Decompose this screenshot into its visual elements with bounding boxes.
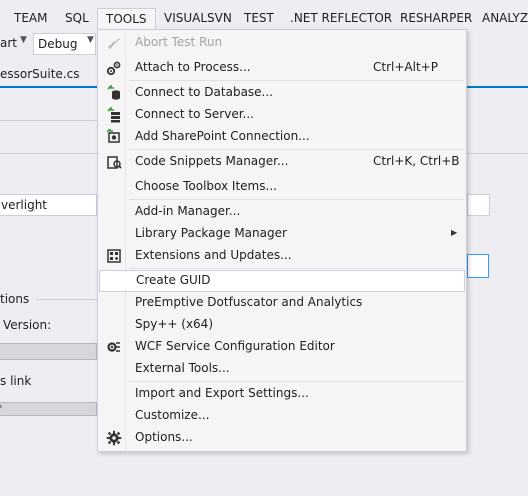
menu-separator <box>129 199 464 200</box>
menu-resharper[interactable]: RESHARPER <box>400 8 472 30</box>
menu-item-import-export-settings[interactable]: Import and Export Settings... <box>99 383 465 405</box>
connect-database-icon <box>106 84 122 101</box>
menu-item-customize[interactable]: Customize... <box>99 405 465 427</box>
menu-item-extensions-and-updates[interactable]: Extensions and Updates... <box>99 245 465 267</box>
menu-item-label: External Tools... <box>135 361 230 375</box>
menu-item-label: PreEmptive Dotfuscator and Analytics <box>135 295 363 309</box>
platform-field[interactable]: verlight <box>0 194 97 216</box>
menu-item-shortcut: Ctrl+K, Ctrl+B <box>373 154 460 168</box>
connect-server-icon <box>106 106 122 123</box>
menu-item-add-in-manager[interactable]: Add-in Manager... <box>99 201 465 223</box>
divider <box>0 120 97 121</box>
menu-bar: TEAM SQL TOOLS VISUALSVN TEST .NET REFLE… <box>0 8 528 30</box>
menu-visualsvn[interactable]: VISUALSVN <box>164 8 232 30</box>
link-label[interactable]: s link <box>0 374 31 388</box>
menu-sql[interactable]: SQL <box>65 8 89 30</box>
menu-item-label: Connect to Database... <box>135 85 273 99</box>
start-dropdown-icon[interactable]: ▼ <box>20 35 27 45</box>
menu-item-label: Library Package Manager <box>135 226 287 240</box>
menu-item-label: Create GUID <box>136 273 211 287</box>
menu-test[interactable]: TEST <box>244 8 274 30</box>
menu-item-external-tools[interactable]: External Tools... <box>99 358 465 380</box>
abort-test-run-icon <box>106 35 122 51</box>
start-button-label[interactable]: art <box>0 36 17 50</box>
menu-separator <box>129 80 464 81</box>
submenu-arrow-icon: ▶ <box>451 228 458 237</box>
wcf-config-icon <box>106 339 122 355</box>
menu-item-preemptive-dotfuscator[interactable]: PreEmptive Dotfuscator and Analytics <box>99 292 465 314</box>
menu-item-abort-test-run: Abort Test Run <box>99 32 465 54</box>
menu-item-spy-plus-plus[interactable]: Spy++ (x64) <box>99 314 465 336</box>
platform-field-value: verlight <box>1 198 48 212</box>
scroll-bar[interactable]: › <box>0 402 97 416</box>
menu-item-choose-toolbox-items[interactable]: Choose Toolbox Items... <box>99 176 465 198</box>
platform-field-end[interactable] <box>467 194 490 216</box>
menu-item-label: Choose Toolbox Items... <box>135 179 277 193</box>
menu-separator <box>129 268 464 269</box>
menu-item-options[interactable]: Options... <box>99 427 465 449</box>
menu-net-reflector[interactable]: .NET REFLECTOR <box>290 8 392 30</box>
chevron-down-icon[interactable]: ▼ <box>87 35 94 45</box>
menu-analyze[interactable]: ANALYZ <box>482 8 528 30</box>
menu-item-connect-to-server[interactable]: Connect to Server... <box>99 104 465 126</box>
menu-tools[interactable]: TOOLS <box>97 8 156 30</box>
document-tab[interactable]: essorSuite.cs <box>0 62 79 86</box>
button-edge[interactable] <box>467 254 489 278</box>
version-bar <box>0 343 97 360</box>
tools-menu: Abort Test Run Attach to Process... Ctrl… <box>97 29 467 452</box>
menu-item-library-package-manager[interactable]: Library Package Manager ▶ <box>99 223 465 245</box>
menu-team[interactable]: TEAM <box>14 8 47 30</box>
menu-item-label: Add SharePoint Connection... <box>135 129 310 143</box>
version-label: Version: <box>3 318 52 332</box>
menu-item-code-snippets-manager[interactable]: Code Snippets Manager... Ctrl+K, Ctrl+B <box>99 151 465 173</box>
menu-item-shortcut: Ctrl+Alt+P <box>373 60 438 74</box>
chevron-right-icon: › <box>0 402 3 412</box>
menu-item-wcf-config-editor[interactable]: WCF Service Configuration Editor <box>99 336 465 358</box>
extensions-icon <box>106 248 122 264</box>
menu-item-add-sharepoint-connection[interactable]: Add SharePoint Connection... <box>99 126 465 148</box>
menu-item-label: Spy++ (x64) <box>135 317 213 331</box>
menu-item-connect-to-database[interactable]: Connect to Database... <box>99 82 465 104</box>
menu-item-label: Add-in Manager... <box>135 204 241 218</box>
attach-process-icon <box>106 60 122 76</box>
divider <box>36 299 97 300</box>
menu-item-create-guid[interactable]: Create GUID <box>99 270 465 292</box>
menu-item-attach-to-process[interactable]: Attach to Process... Ctrl+Alt+P <box>99 57 465 79</box>
menu-item-label: Code Snippets Manager... <box>135 154 289 168</box>
menu-item-label: Attach to Process... <box>135 60 251 74</box>
menu-item-label: Customize... <box>135 408 210 422</box>
menu-item-label: Import and Export Settings... <box>135 386 309 400</box>
document-tab-title: essorSuite.cs <box>0 67 80 81</box>
menu-separator <box>129 381 464 382</box>
solution-config-value: Debug <box>38 37 78 51</box>
section-label: tions <box>0 292 30 306</box>
divider <box>467 153 528 154</box>
code-snippets-icon <box>106 154 122 170</box>
menu-item-label: Abort Test Run <box>135 35 223 49</box>
menu-item-label: WCF Service Configuration Editor <box>135 339 335 353</box>
menu-item-label: Connect to Server... <box>135 107 254 121</box>
menu-separator <box>129 149 464 150</box>
sharepoint-connection-icon <box>106 127 122 145</box>
gear-icon <box>106 430 122 446</box>
menu-item-label: Options... <box>135 430 193 444</box>
divider <box>0 153 97 154</box>
menu-item-label: Extensions and Updates... <box>135 248 292 262</box>
